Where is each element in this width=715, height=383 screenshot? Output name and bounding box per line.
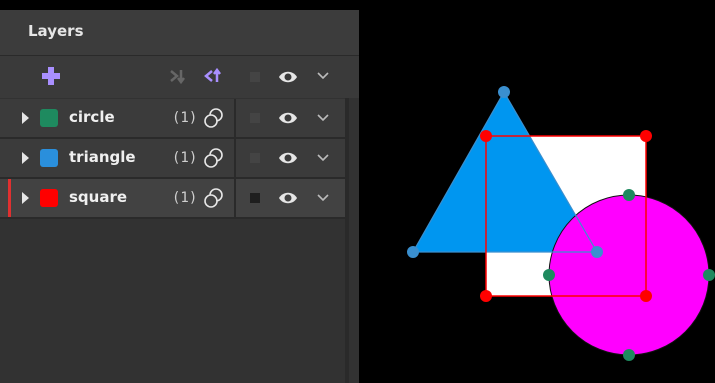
layers-panel-header: Layers — [0, 10, 359, 56]
panel-title: Layers — [28, 22, 84, 40]
overlapping-circles-icon — [204, 108, 223, 128]
square-corner-handle[interactable] — [480, 290, 492, 302]
overlapping-circles-icon — [204, 148, 223, 168]
chevron-down-icon[interactable] — [316, 190, 330, 204]
eye-icon[interactable] — [278, 148, 298, 168]
chevron-down-icon[interactable] — [316, 68, 330, 82]
expand-arrow-icon[interactable] — [22, 152, 29, 164]
drawing-canvas[interactable] — [359, 0, 715, 383]
chevron-down-icon[interactable] — [316, 110, 330, 124]
eye-icon[interactable] — [278, 108, 298, 128]
layer-count: (1) — [172, 110, 198, 126]
eye-icon[interactable] — [278, 67, 298, 87]
triangle-vertex-handle[interactable] — [407, 246, 419, 258]
layer-color-swatch[interactable] — [40, 189, 58, 207]
triangle-vertex-handle[interactable] — [591, 246, 603, 258]
layer-row-triangle[interactable]: triangle (1) — [0, 139, 345, 179]
circle-handle[interactable] — [623, 189, 635, 201]
layer-name: triangle — [69, 148, 136, 166]
layer-checkbox[interactable] — [250, 153, 260, 163]
add-layer-plus-icon[interactable] — [41, 66, 61, 86]
layer-name: circle — [69, 108, 115, 126]
expand-arrow-icon[interactable] — [22, 112, 29, 124]
row-divider — [234, 139, 236, 177]
circle-handle[interactable] — [543, 269, 555, 281]
overlapping-circles-icon — [204, 188, 223, 208]
layer-name: square — [69, 188, 128, 206]
square-corner-handle[interactable] — [480, 130, 492, 142]
row-divider — [234, 99, 236, 137]
expand-arrow-icon[interactable] — [22, 192, 29, 204]
layer-checkbox[interactable] — [250, 113, 260, 123]
circle-handle[interactable] — [623, 349, 635, 361]
square-corner-handle[interactable] — [640, 130, 652, 142]
layers-toolbar — [0, 56, 359, 98]
chevron-down-icon[interactable] — [316, 150, 330, 164]
layer-row-circle[interactable]: circle (1) — [0, 99, 345, 139]
triangle-vertex-handle[interactable] — [498, 86, 510, 98]
eye-icon[interactable] — [278, 188, 298, 208]
select-all-checkbox[interactable] — [250, 72, 260, 82]
circle-shape[interactable] — [548, 194, 710, 356]
circle-handle[interactable] — [703, 269, 715, 281]
layer-count: (1) — [172, 150, 198, 166]
move-up-icon[interactable] — [203, 66, 223, 86]
layer-row-square[interactable]: square (1) — [0, 179, 345, 219]
layer-color-swatch[interactable] — [40, 149, 58, 167]
layers-panel: Layers circle (1) triangle (1) square (1… — [0, 10, 359, 383]
move-down-icon[interactable] — [168, 66, 188, 86]
layer-count: (1) — [172, 190, 198, 206]
row-divider — [234, 179, 236, 217]
panel-scroll-divider — [345, 98, 349, 383]
layer-checkbox[interactable] — [250, 193, 260, 203]
layer-color-swatch[interactable] — [40, 109, 58, 127]
square-corner-handle[interactable] — [640, 290, 652, 302]
